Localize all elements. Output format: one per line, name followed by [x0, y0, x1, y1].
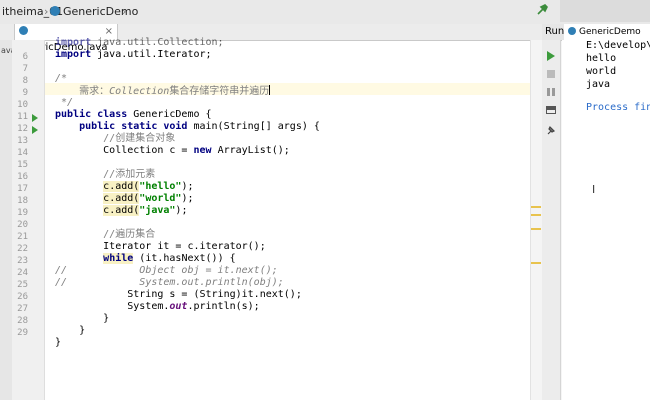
line-number: 12	[17, 124, 28, 134]
code-line: while (it.hasNext()) {	[103, 253, 236, 264]
mouse-cursor-icon: I	[592, 183, 596, 196]
code-line: }	[55, 313, 110, 324]
code-line: //创建集合对象	[55, 133, 176, 144]
console-line: world	[586, 66, 617, 77]
code-line: import java.util.Iterator;	[55, 49, 212, 60]
run-toolbar	[542, 40, 561, 400]
breadcrumb-separator-icon: ›	[122, 5, 127, 18]
console-line: java	[586, 79, 611, 90]
warning-marker[interactable]	[531, 228, 541, 230]
line-number: 14	[17, 148, 28, 158]
text-caret	[269, 85, 271, 95]
run-class-icon[interactable]	[32, 114, 38, 122]
console-output[interactable]: E:\develop\ hello world java Process fin	[562, 40, 650, 400]
code-line: Collection c = new ArrayList();	[55, 145, 290, 156]
class-icon	[50, 5, 60, 20]
line-number: 18	[17, 196, 28, 206]
line-number: 17	[17, 184, 28, 194]
breadcrumb-separator-icon: ›	[44, 5, 49, 18]
class-icon	[19, 26, 28, 35]
code-line: //添加元素	[55, 169, 156, 180]
code-line: String s = (String)it.next();	[55, 289, 302, 300]
line-number: 26	[17, 292, 28, 302]
run-tab-label: GenericDemo	[579, 27, 641, 37]
line-number: 29	[17, 328, 28, 338]
code-line: }	[55, 337, 62, 348]
code-line: import java.util.Collection;	[55, 37, 224, 48]
code-line: public class GenericDemo {	[55, 109, 212, 120]
line-number: 9	[22, 88, 28, 98]
line-number: 15	[17, 160, 28, 170]
code-line: Iterator it = c.iterator();	[55, 241, 266, 252]
code-line: c.add("world");	[103, 193, 194, 204]
code-line: c.add("java");	[103, 205, 188, 216]
stop-icon[interactable]	[546, 64, 556, 78]
line-number: 25	[17, 280, 28, 290]
code-line: c.add("hello");	[103, 181, 194, 192]
layout-icon[interactable]	[546, 100, 556, 114]
build-hammer-icon[interactable]	[536, 4, 548, 20]
line-number: 16	[17, 172, 28, 182]
line-number: 19	[17, 208, 28, 218]
line-number: 28	[17, 316, 28, 326]
rerun-icon[interactable]	[546, 46, 556, 61]
navigation-bar: itheima_01 › GenericDemo ›	[0, 0, 650, 25]
line-number: 7	[22, 64, 28, 74]
line-number: 21	[17, 232, 28, 242]
code-line: /*	[55, 73, 68, 84]
line-number: 22	[17, 244, 28, 254]
console-line: hello	[586, 53, 617, 64]
warning-marker[interactable]	[531, 206, 541, 208]
code-line: // Object obj = it.next();	[55, 265, 278, 276]
run-panel-header: Run: GenericDemo	[542, 24, 650, 41]
console-line: E:\develop\	[586, 40, 650, 51]
breadcrumb-file[interactable]: GenericDemo	[63, 5, 138, 18]
code-line: System.out.println(s);	[55, 301, 260, 312]
line-number: 24	[17, 268, 28, 278]
pin-icon[interactable]	[546, 120, 556, 135]
line-number: 11	[17, 112, 28, 122]
line-number: 23	[17, 256, 28, 266]
line-number: 10	[17, 100, 28, 110]
code-line: 需求：Collection集合存储字符串并遍历	[55, 85, 271, 97]
line-number: 6	[22, 52, 28, 62]
code-line: //遍历集合	[55, 229, 156, 240]
line-number: 27	[17, 304, 28, 314]
console-line: Process fin	[586, 102, 650, 113]
run-configuration-selector[interactable]	[560, 0, 650, 22]
class-icon	[568, 27, 576, 35]
run-main-icon[interactable]	[32, 126, 38, 134]
code-line: public static void main(String[] args) {	[55, 121, 320, 132]
line-number: 20	[17, 220, 28, 230]
code-line: */	[55, 97, 74, 108]
pause-icon[interactable]	[546, 82, 556, 96]
line-number: 13	[17, 136, 28, 146]
warning-marker[interactable]	[531, 214, 541, 216]
warning-marker[interactable]	[531, 262, 541, 264]
up-arrow-icon[interactable]	[528, 40, 538, 50]
code-line: // System.out.println(obj);	[55, 277, 284, 288]
code-line: }	[55, 325, 86, 336]
line-number: 8	[22, 76, 28, 86]
run-tab[interactable]: GenericDemo	[564, 24, 650, 40]
